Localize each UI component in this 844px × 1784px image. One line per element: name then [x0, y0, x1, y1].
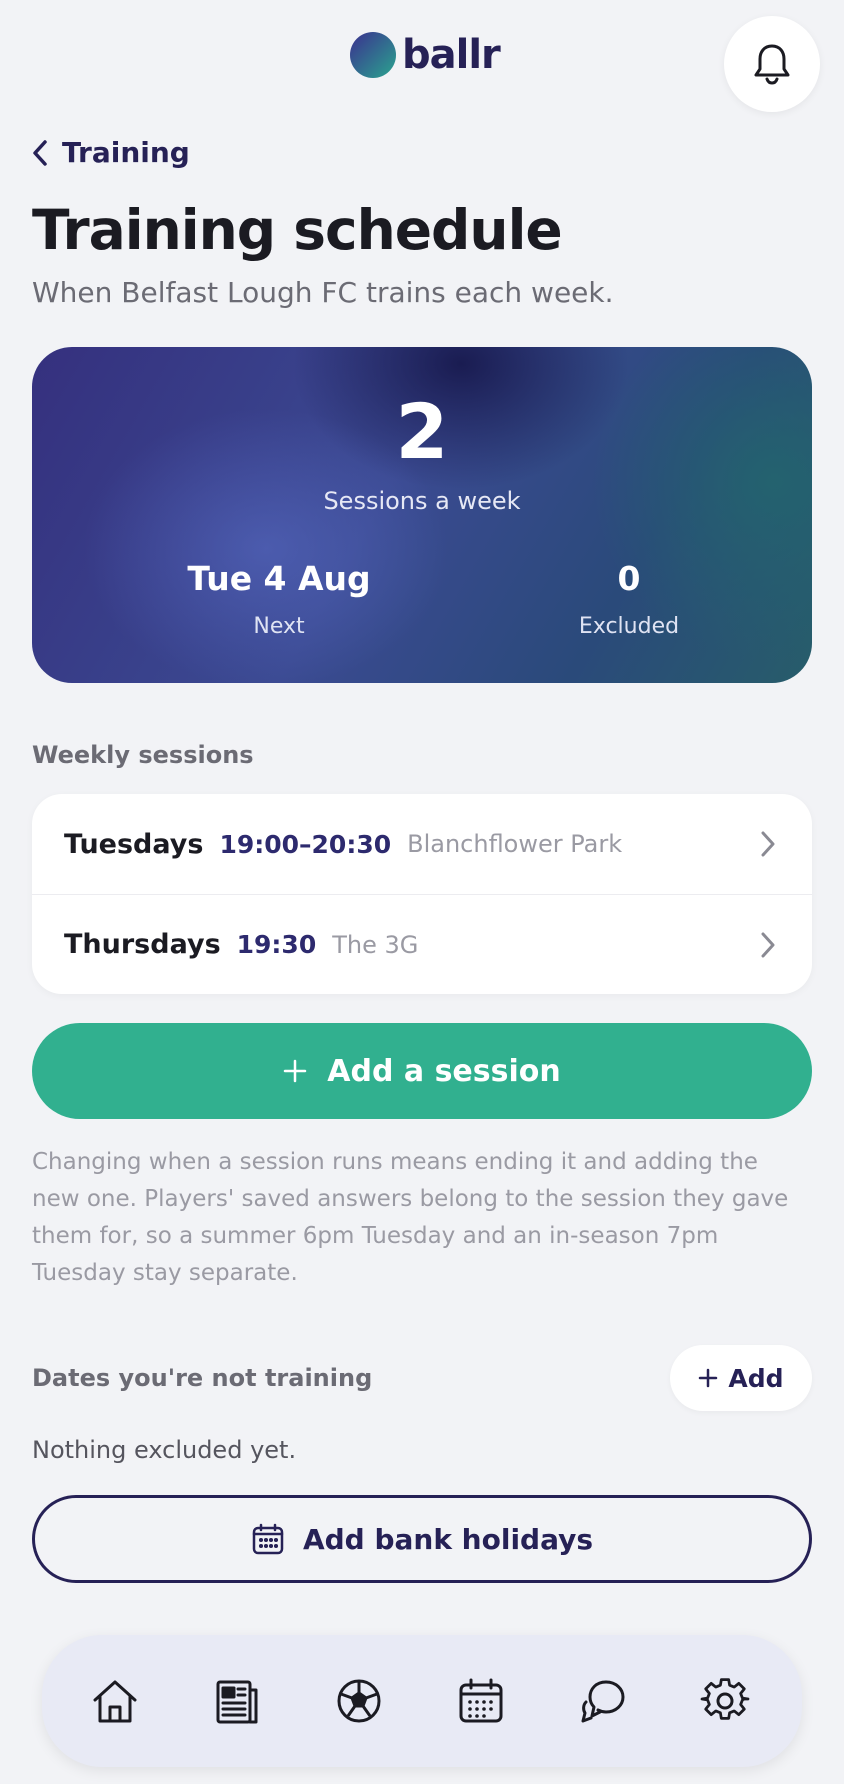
app-header: ballr [0, 0, 844, 120]
session-place: Blanchflower Park [407, 830, 623, 858]
session-day: Thursdays [64, 929, 221, 960]
nav-news[interactable] [209, 1673, 265, 1729]
calendar-icon [459, 1678, 503, 1723]
nav-matches[interactable] [331, 1673, 387, 1729]
home-icon [93, 1680, 137, 1723]
weekly-sessions-heading: Weekly sessions [32, 741, 254, 769]
back-link-label: Training [62, 136, 190, 169]
plus-icon [699, 1368, 718, 1388]
page-subtitle: When Belfast Lough FC trains each week. [32, 276, 614, 309]
sessions-count-label: Sessions a week [323, 487, 521, 515]
add-bank-holidays-label: Add bank holidays [302, 1522, 594, 1556]
settings-icon [700, 1678, 750, 1720]
news-icon [216, 1680, 258, 1724]
schedule-summary-card: 2 Sessions a week Tue 4 Aug Next 0 Exclu… [32, 347, 812, 683]
add-session-button[interactable]: Add a session [32, 1023, 812, 1119]
session-place: The 3G [332, 930, 419, 959]
notifications-button[interactable] [724, 16, 820, 112]
session-row-thursdays[interactable]: Thursdays 19:30 The 3G [32, 894, 812, 994]
add-session-label: Add a session [327, 1053, 561, 1089]
excluded-stat: 0 Excluded [499, 559, 759, 639]
session-time: 19:30 [236, 930, 317, 959]
chevron-left-icon [33, 139, 47, 166]
excluded-label: Excluded [578, 614, 680, 639]
bell-icon [754, 44, 790, 85]
excluded-value: 0 [617, 559, 641, 598]
nav-calendar[interactable] [453, 1673, 509, 1729]
add-exclusion-label: Add [728, 1363, 784, 1393]
chevron-right-icon [761, 932, 775, 958]
exclusions-heading: Dates you're not training [32, 1364, 373, 1392]
plus-icon [284, 1059, 307, 1083]
session-day: Tuesdays [64, 828, 204, 860]
calendar-icon [252, 1523, 284, 1555]
page-title: Training schedule [32, 198, 563, 262]
add-exclusion-button[interactable]: Add [670, 1345, 812, 1411]
bottom-nav [42, 1635, 802, 1767]
logo-text: ballr [402, 32, 501, 78]
logo-mark [350, 32, 396, 78]
nav-settings[interactable] [697, 1673, 753, 1729]
next-session-stat: Tue 4 Aug Next [149, 559, 409, 639]
chevron-right-icon [761, 831, 775, 857]
session-change-note: Changing when a session runs means endin… [32, 1149, 789, 1286]
session-time: 19:00–20:30 [219, 829, 392, 859]
exclusions-empty-text: Nothing excluded yet. [32, 1436, 297, 1464]
nav-home[interactable] [87, 1673, 143, 1729]
weekly-sessions-list: Tuesdays 19:00–20:30 Blanchflower Park T… [32, 794, 812, 994]
add-bank-holidays-button[interactable]: Add bank holidays [32, 1495, 812, 1583]
sessions-count: 2 [395, 387, 449, 476]
session-row-tuesdays[interactable]: Tuesdays 19:00–20:30 Blanchflower Park [32, 794, 812, 894]
next-session-label: Next [253, 614, 305, 639]
chat-icon [581, 1680, 625, 1723]
ballr-logo[interactable]: ballr [350, 32, 501, 78]
back-link[interactable]: Training [32, 136, 190, 169]
next-session-value: Tue 4 Aug [187, 559, 371, 598]
nav-chat[interactable] [575, 1673, 631, 1729]
football-icon [337, 1679, 381, 1723]
